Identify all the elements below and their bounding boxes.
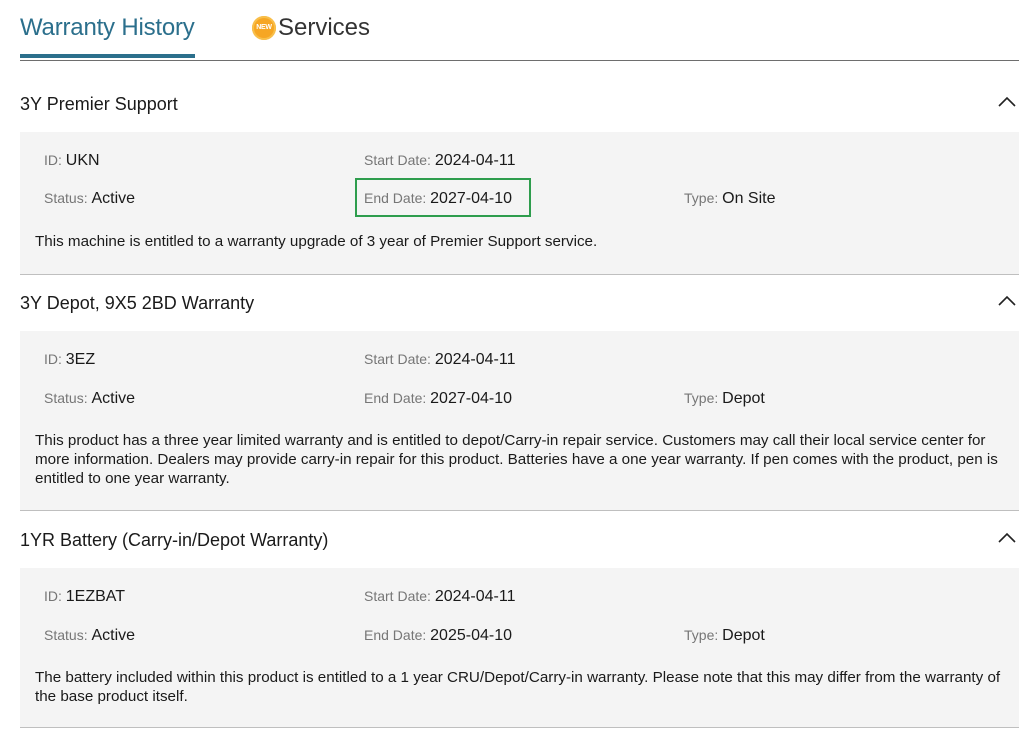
warranty-id: ID: 3EZ <box>44 351 96 368</box>
warranty-section-header[interactable]: 1YR Battery (Carry-in/Depot Warranty) <box>20 520 1019 560</box>
warranty-type: Type: On Site <box>684 190 776 207</box>
warranty-start-date: Start Date: 2024-04-11 <box>364 351 516 368</box>
tab-bar: Warranty History NEW Services <box>20 0 1019 61</box>
warranty-end-date: End Date: 2025-04-10 <box>364 627 512 644</box>
warranty-title: 3Y Premier Support <box>20 94 178 114</box>
warranty-end-date: End Date: 2027-04-10 <box>364 390 512 407</box>
warranty-details-panel: ID: UKN Start Date: 2024-04-11 Status: A… <box>20 132 1019 275</box>
warranty-status: Status: Active <box>44 190 136 207</box>
warranty-section-header[interactable]: 3Y Premier Support <box>20 84 1019 124</box>
warranty-section-battery: 1YR Battery (Carry-in/Depot Warranty) ID… <box>20 520 1019 728</box>
warranty-section-header[interactable]: 3Y Depot, 9X5 2BD Warranty <box>20 283 1019 323</box>
warranty-status: Status: Active <box>44 390 136 407</box>
warranty-type: Type: Depot <box>684 390 765 407</box>
chevron-up-icon[interactable] <box>997 94 1017 110</box>
warranty-type: Type: Depot <box>684 627 765 644</box>
warranty-description: This machine is entitled to a warranty u… <box>35 233 598 250</box>
warranty-section-depot: 3Y Depot, 9X5 2BD Warranty ID: 3EZ Start… <box>20 283 1019 511</box>
tab-warranty-history[interactable]: Warranty History <box>20 12 195 58</box>
warranty-start-date: Start Date: 2024-04-11 <box>364 152 516 169</box>
warranty-end-date: End Date: 2027-04-10 <box>364 190 512 207</box>
warranty-title: 1YR Battery (Carry-in/Depot Warranty) <box>20 530 329 550</box>
warranty-section-premier-support: 3Y Premier Support ID: UKN Start Date: 2… <box>20 84 1019 275</box>
warranty-start-date: Start Date: 2024-04-11 <box>364 588 516 605</box>
warranty-id: ID: UKN <box>44 152 100 169</box>
chevron-up-icon[interactable] <box>997 293 1017 309</box>
warranty-description: The battery included within this product… <box>35 669 1001 705</box>
warranty-status: Status: Active <box>44 627 136 644</box>
new-badge-icon: NEW <box>252 16 276 40</box>
warranty-details-panel: ID: 1EZBAT Start Date: 2024-04-11 Status… <box>20 568 1019 728</box>
warranty-description: This product has a three year limited wa… <box>35 432 998 487</box>
warranty-id: ID: 1EZBAT <box>44 588 126 605</box>
tab-services-label: Services <box>278 14 371 41</box>
chevron-up-icon[interactable] <box>997 530 1017 546</box>
warranty-title: 3Y Depot, 9X5 2BD Warranty <box>20 293 255 313</box>
active-tab-underline <box>20 54 195 58</box>
tab-warranty-history-label: Warranty History <box>20 14 195 41</box>
tab-services[interactable]: NEW Services <box>252 12 370 58</box>
warranty-details-panel: ID: 3EZ Start Date: 2024-04-11 Status: A… <box>20 331 1019 511</box>
